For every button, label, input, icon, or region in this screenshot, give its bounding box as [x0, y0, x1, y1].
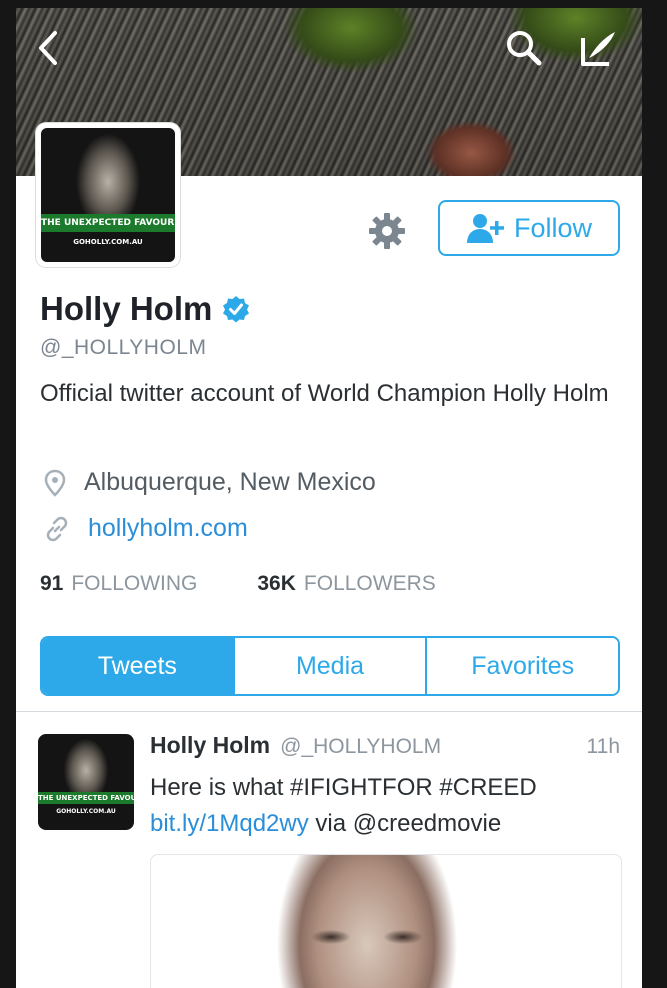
following-count: 91 [40, 572, 64, 595]
avatar-site: GOHOLLY.COM.AU [73, 238, 143, 246]
link-icon [46, 516, 68, 541]
tab-tweets[interactable]: Tweets [42, 638, 233, 694]
tab-favorites[interactable]: Favorites [425, 638, 618, 694]
followers-label: FOLLOWERS [303, 572, 436, 595]
tweet-media-photo [269, 855, 465, 988]
tweet-timestamp: 11h [586, 735, 620, 758]
profile-location: Albuquerque, New Mexico [44, 468, 376, 497]
tweet-avatar[interactable]: THE UNEXPECTED FAVOURITE GOHOLLY.COM.AU [38, 734, 134, 830]
add-person-icon [466, 214, 504, 243]
profile-handle: @_HOLLYHOLM [40, 336, 207, 359]
tweet-avatar-site: GOHOLLY.COM.AU [56, 808, 116, 815]
section-divider [16, 711, 642, 712]
tweet-text-line1: Here is what #IFIGHTFOR #CREED [150, 774, 537, 801]
tweet-text-line2: bit.ly/1Mqd2wy via @creedmovie [150, 806, 620, 842]
avatar-tagline: THE UNEXPECTED FAVOURITE [41, 214, 175, 232]
followers-count: 36K [257, 572, 296, 595]
tweet-author-handle: @_HOLLYHOLM [280, 735, 442, 758]
tweet-author-name[interactable]: Holly Holm [150, 732, 270, 759]
profile-screen: THE UNEXPECTED FAVOURITE GOHOLLY.COM.AU [16, 8, 642, 988]
profile-avatar[interactable]: THE UNEXPECTED FAVOURITE GOHOLLY.COM.AU [36, 123, 180, 267]
tweet-header: Holly Holm @_HOLLYHOLM 11h [150, 732, 620, 759]
tweet-link[interactable]: bit.ly/1Mqd2wy [150, 810, 309, 837]
gear-icon [369, 213, 405, 249]
follow-button-label: Follow [513, 212, 593, 243]
verified-badge-icon [223, 296, 250, 323]
tweet-avatar-tagline: THE UNEXPECTED FAVOURITE [38, 792, 134, 804]
followers-stat[interactable]: 36K FOLLOWERS [257, 572, 435, 596]
avatar-image: THE UNEXPECTED FAVOURITE GOHOLLY.COM.AU [41, 128, 175, 262]
search-icon[interactable] [504, 28, 544, 68]
following-label: FOLLOWING [71, 572, 198, 595]
tweet-text-suffix: via @creedmovie [308, 810, 502, 837]
following-stat[interactable]: 91 FOLLOWING [40, 572, 197, 596]
profile-stats: 91 FOLLOWING 36K FOLLOWERS [40, 572, 436, 596]
tweet-media-image[interactable] [150, 854, 622, 988]
location-text: Albuquerque, New Mexico [84, 468, 376, 496]
profile-bio: Official twitter account of World Champi… [40, 380, 609, 407]
location-pin-icon [44, 469, 66, 497]
compose-icon[interactable] [579, 28, 619, 68]
profile-name: Holly Holm [40, 290, 250, 328]
profile-tabs: Tweets Media Favorites [40, 636, 620, 696]
tweet-text: Here is what #IFIGHTFOR #CREED bit.ly/1M… [150, 770, 620, 842]
profile-name-text: Holly Holm [40, 290, 213, 327]
tab-media[interactable]: Media [232, 638, 426, 694]
follow-button[interactable]: Follow [438, 200, 620, 256]
back-chevron-icon[interactable] [28, 28, 68, 68]
website-link[interactable]: hollyholm.com [88, 514, 248, 543]
profile-website[interactable]: hollyholm.com [44, 514, 248, 543]
settings-gear-button[interactable] [364, 208, 410, 254]
